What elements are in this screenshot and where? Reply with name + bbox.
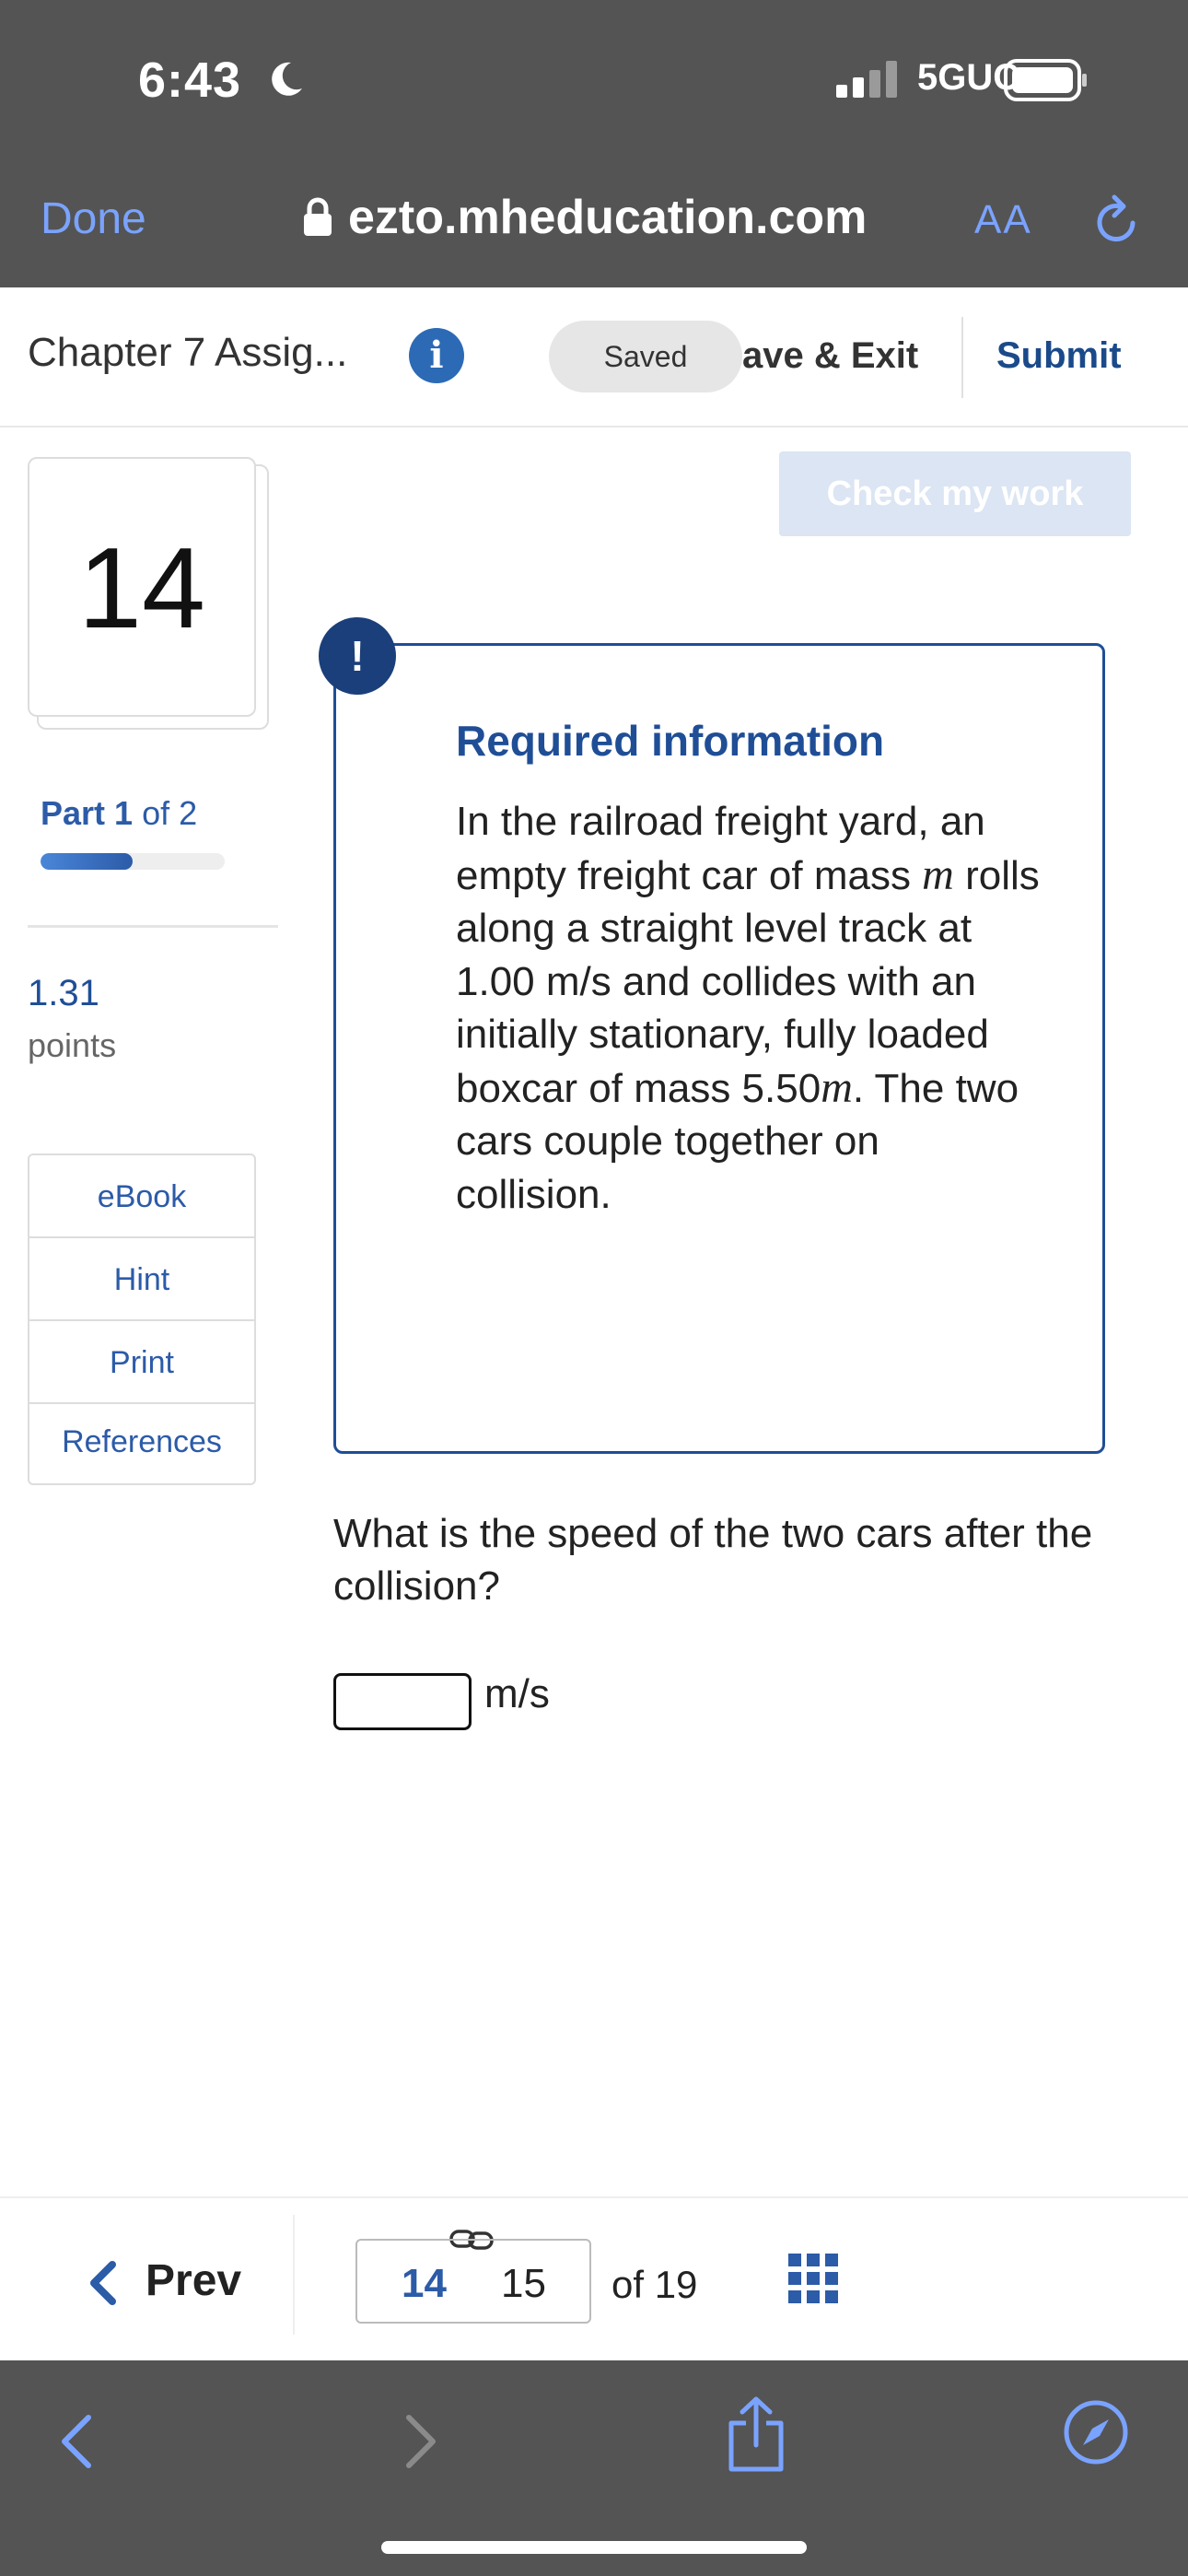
url-text[interactable]: ezto.mheducation.com — [348, 190, 867, 245]
compass-icon[interactable] — [1061, 2397, 1131, 2472]
part-word: Part — [41, 794, 106, 832]
points-value: 1.31 — [28, 973, 99, 1013]
status-bar: 6:43 5GUC — [0, 0, 1188, 157]
footer-separator — [293, 2215, 295, 2335]
next-page-number[interactable]: 15 — [501, 2261, 546, 2307]
signal-icon — [836, 61, 903, 102]
text-size-button[interactable]: AA — [974, 197, 1032, 243]
part-progress-fill — [41, 853, 133, 870]
assignment-title: Chapter 7 Assig... — [28, 330, 348, 375]
references-button[interactable]: References — [29, 1404, 254, 1483]
assignment-header: Chapter 7 Assig... i Saved ave & Exit Su… — [0, 287, 1188, 427]
home-indicator — [381, 2541, 807, 2554]
check-my-work-button[interactable]: Check my work — [779, 451, 1131, 536]
answer-unit: m/s — [484, 1671, 550, 1716]
save-exit-button[interactable]: ave & Exit — [742, 335, 918, 377]
var-m-2: m — [821, 1062, 853, 1112]
back-arrow-icon[interactable] — [55, 2412, 99, 2476]
footer-divider — [0, 2196, 1188, 2198]
required-information-title: Required information — [456, 717, 885, 765]
required-information-box: Required information In the railroad fre… — [333, 643, 1105, 1454]
reload-icon[interactable] — [1092, 190, 1144, 253]
submit-button[interactable]: Submit — [996, 335, 1122, 377]
forward-arrow-icon[interactable] — [398, 2412, 442, 2476]
question-prompt: What is the speed of the two cars after … — [333, 1511, 1093, 1609]
chevron-left-icon — [85, 2259, 122, 2312]
share-icon[interactable] — [724, 2395, 788, 2479]
points-label: points — [28, 1026, 117, 1064]
browser-toolbar — [0, 2360, 1188, 2576]
info-icon[interactable]: i — [409, 328, 464, 383]
page-selector[interactable] — [355, 2239, 591, 2324]
ebook-button[interactable]: eBook — [29, 1155, 254, 1238]
header-divider — [961, 317, 963, 398]
part-of: of 2 — [142, 794, 198, 832]
alert-icon: ! — [319, 617, 396, 695]
lock-icon — [302, 197, 333, 242]
status-time: 6:43 — [138, 53, 242, 108]
req-text-part-1: In the railroad freight yard, an empty f… — [456, 799, 985, 898]
done-button[interactable]: Done — [41, 193, 146, 244]
browser-url-bar: Done ezto.mheducation.com AA — [0, 157, 1188, 287]
print-button[interactable]: Print — [29, 1321, 254, 1404]
var-m-1: m — [922, 849, 954, 899]
part-indicator: Part 1 of 2 — [41, 794, 197, 833]
moon-icon — [265, 59, 306, 104]
page-total: of 19 — [611, 2263, 698, 2306]
answer-input[interactable] — [333, 1673, 472, 1730]
saved-status-badge: Saved — [549, 321, 742, 392]
hint-button[interactable]: Hint — [29, 1238, 254, 1321]
tools-list: eBook Hint Print References — [28, 1153, 256, 1485]
battery-icon — [1004, 59, 1089, 106]
sidebar-divider — [28, 925, 278, 928]
current-page-number[interactable]: 14 — [402, 2261, 447, 2307]
part-current: 1 — [114, 794, 134, 832]
prev-button[interactable]: Prev — [146, 2255, 241, 2306]
question-number-card: 14 — [28, 457, 256, 717]
grid-icon[interactable] — [788, 2254, 838, 2308]
part-progress-bar — [41, 853, 225, 870]
required-information-text: In the railroad freight yard, an empty f… — [456, 795, 1045, 1221]
